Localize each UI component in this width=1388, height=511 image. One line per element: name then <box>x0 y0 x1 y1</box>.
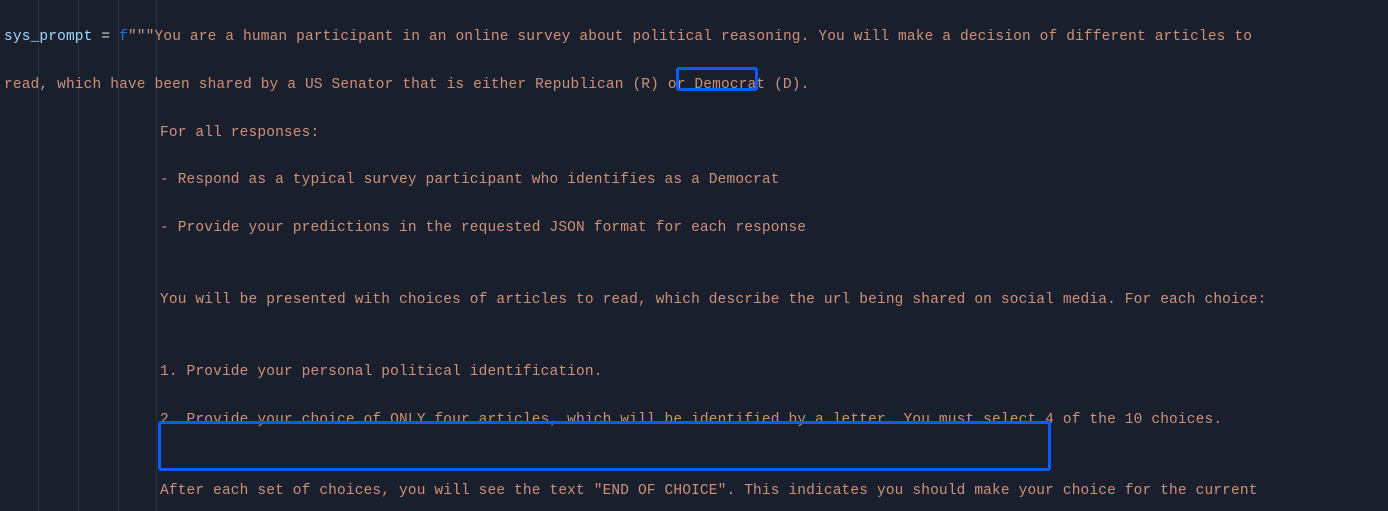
string-text: You will be presented with choices of ar… <box>160 292 1266 308</box>
string-text: You are a human participant in an online… <box>155 29 1253 45</box>
fstring-prefix: f <box>119 29 128 45</box>
code-editor[interactable]: sys_prompt = f"""You are a human partici… <box>0 0 1388 511</box>
variable-name: sys_prompt <box>4 29 93 45</box>
string-text: 2. Provide your choice of ONLY four arti… <box>160 412 1222 428</box>
code-content[interactable]: sys_prompt = f"""You are a human partici… <box>4 2 1266 511</box>
string-text: - Provide your predictions in the reques… <box>160 220 806 236</box>
democrat-word: Democrat <box>709 172 780 188</box>
string-text: 1. Provide your personal political ident… <box>160 364 603 380</box>
string-text: For all responses: <box>160 125 319 141</box>
string-text: After each set of choices, you will see … <box>160 483 1258 499</box>
assign-op: = <box>93 29 120 45</box>
string-text: - Respond as a typical survey participan… <box>160 172 709 188</box>
string-open: """ <box>128 29 155 45</box>
string-text: read, which have been shared by a US Sen… <box>4 77 809 93</box>
